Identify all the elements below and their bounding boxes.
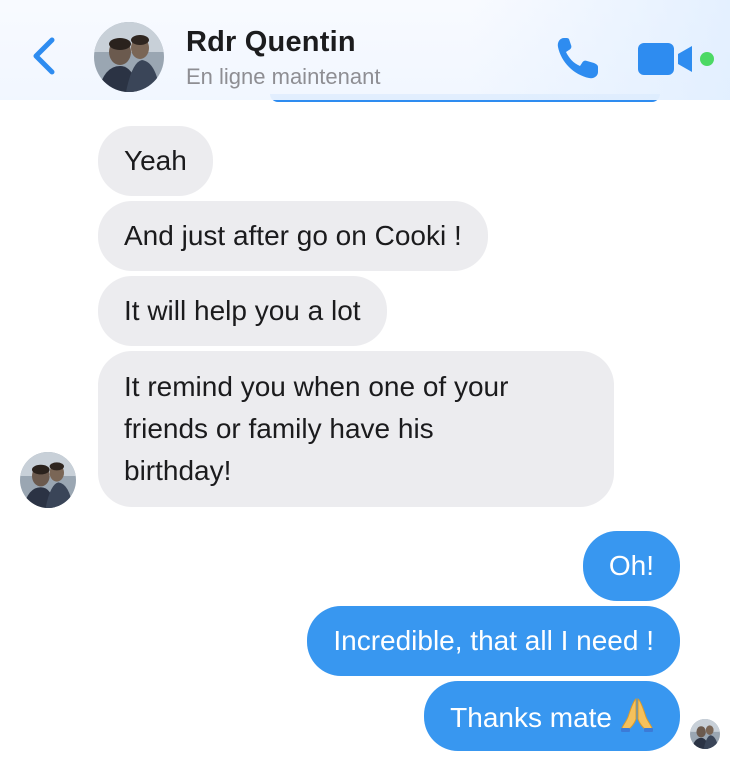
folded-hands-emoji-icon bbox=[621, 698, 653, 732]
received-message[interactable]: It remind you when one of your friends o… bbox=[98, 351, 614, 507]
received-message[interactable]: And just after go on Cooki ! bbox=[98, 201, 488, 271]
online-indicator bbox=[700, 52, 714, 66]
received-message[interactable]: It will help you a lot bbox=[98, 276, 387, 346]
message-text: And just after go on Cooki ! bbox=[124, 220, 462, 251]
message-text: It will help you a lot bbox=[124, 295, 361, 326]
message-line: It remind you when one of your bbox=[124, 371, 509, 402]
received-message[interactable]: Yeah bbox=[98, 126, 213, 196]
sent-message[interactable]: Oh! bbox=[582, 531, 680, 601]
contact-avatar[interactable] bbox=[94, 22, 164, 92]
message-text: Oh! bbox=[608, 550, 654, 581]
sent-message[interactable]: Thanks mate bbox=[424, 681, 680, 751]
presence-status: En ligne maintenant bbox=[186, 64, 381, 89]
message-line: birthday! bbox=[124, 455, 232, 486]
contact-name[interactable]: Rdr Quentin bbox=[186, 26, 356, 59]
read-receipt-avatar bbox=[690, 719, 720, 749]
phone-call-icon[interactable] bbox=[554, 34, 604, 82]
sender-avatar[interactable] bbox=[20, 452, 76, 508]
message-text: Thanks mate bbox=[450, 702, 612, 733]
message-text: Incredible, that all I need ! bbox=[333, 625, 654, 656]
sent-message[interactable]: Incredible, that all I need ! bbox=[307, 606, 680, 676]
message-line: friends or family have his bbox=[124, 413, 434, 444]
video-call-icon[interactable] bbox=[636, 40, 696, 78]
back-chevron-icon[interactable] bbox=[30, 34, 58, 78]
chat-header: Rdr Quentin En ligne maintenant bbox=[0, 0, 730, 100]
message-text: Yeah bbox=[124, 145, 187, 176]
